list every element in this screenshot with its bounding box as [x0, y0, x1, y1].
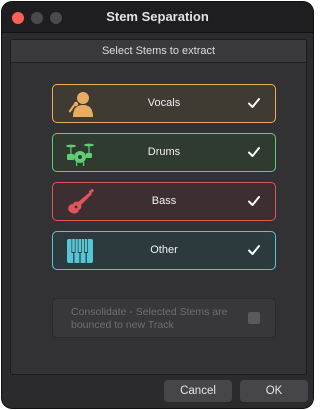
ok-button[interactable]: OK	[240, 380, 308, 402]
window-title: Stem Separation	[106, 9, 209, 24]
stems-panel: Select Stems to extract Vocals Drums Bas…	[10, 39, 307, 375]
stem-vocals-label: Vocals	[147, 97, 181, 109]
consolidate-checkbox[interactable]	[248, 312, 260, 324]
checkmark-icon	[248, 196, 260, 206]
panel-header: Select Stems to extract	[11, 40, 306, 63]
consolidate-label: Consolidate - Selected Stems are bounced…	[71, 306, 228, 331]
title-bar: Stem Separation	[2, 2, 313, 33]
checkmark-icon	[248, 147, 260, 157]
stem-other-toggle[interactable]: Other	[52, 231, 276, 270]
checkmark-icon	[248, 245, 260, 255]
stem-drums-label: Drums	[147, 146, 181, 158]
stem-bass-label: Bass	[151, 195, 177, 207]
checkmark-icon	[248, 98, 260, 108]
stem-bass-toggle[interactable]: Bass	[52, 182, 276, 221]
stem-vocals-toggle[interactable]: Vocals	[52, 84, 276, 123]
stem-separation-dialog: Stem Separation Select Stems to extract …	[2, 2, 313, 408]
cancel-button[interactable]: Cancel	[164, 380, 232, 402]
stem-drums-toggle[interactable]: Drums	[52, 133, 276, 172]
dialog-footer: Cancel OK	[2, 376, 313, 408]
stem-other-label: Other	[150, 244, 178, 256]
consolidate-option[interactable]: Consolidate - Selected Stems are bounced…	[52, 298, 276, 338]
